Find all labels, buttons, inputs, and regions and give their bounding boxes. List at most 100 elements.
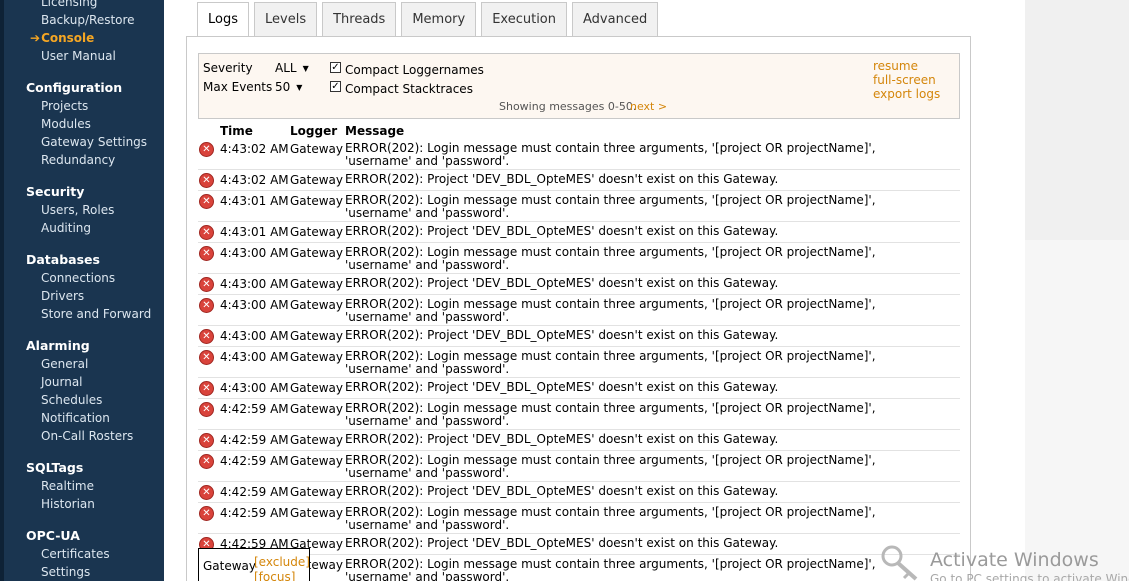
sidebar-item-label: General [41, 357, 89, 371]
sidebar-item[interactable]: Schedules [4, 391, 168, 409]
sidebar-item-label: Certificates [41, 547, 110, 561]
sidebar-item[interactable]: Connections [4, 269, 168, 287]
log-logger[interactable]: Gateway [290, 350, 343, 364]
sidebar-item-label: On-Call Rosters [41, 429, 134, 443]
log-logger[interactable]: Gateway [290, 381, 343, 395]
sidebar-item[interactable]: Gateway Settings [4, 133, 168, 151]
log-row: ✕ 4:43:01 AM Gateway ERROR(202): Project 'D… [198, 222, 960, 243]
log-row: ✕ 4:43:02 AM Gateway ERROR(202): Login mess… [198, 139, 960, 170]
sidebar-item[interactable]: Auditing [4, 219, 168, 237]
sidebar-item[interactable]: Drivers [4, 287, 168, 305]
log-logger[interactable]: Gateway [290, 433, 343, 447]
sidebar-item[interactable]: Store and Forward [4, 305, 168, 323]
log-row: ✕ 4:43:01 AM Gateway ERROR(202): Login mess… [198, 191, 960, 222]
error-icon: ✕ [199, 225, 214, 240]
sidebar-section: Licensing Backup/Restore ➔Console User Manu… [4, 0, 168, 65]
sidebar-item-label: Console [41, 31, 95, 45]
log-logger[interactable]: Gateway [290, 194, 343, 208]
log-message: ERROR(202): Project 'DEV_BDL_OpteMES' do… [345, 172, 779, 186]
console-tabs: Logs Levels Threads Memory Execution Advanced [197, 2, 663, 37]
resume-link[interactable]: resume [873, 59, 918, 73]
sidebar-item[interactable]: ➔Console [4, 29, 168, 47]
right-background-lower [1025, 240, 1129, 581]
sidebar-item-label: Redundancy [41, 153, 116, 167]
compact-stacktraces-checkbox[interactable]: ✓ [330, 81, 341, 92]
right-background [1025, 0, 1129, 581]
log-time: 4:43:01 AM [220, 194, 289, 208]
sidebar-item[interactable]: Redundancy [4, 151, 168, 169]
sidebar-section: Security Users, Roles Auditing [4, 183, 168, 237]
sidebar-heading: SQLTags [26, 460, 84, 475]
focus-logger-link[interactable]: [focus] [254, 570, 295, 581]
tab-levels[interactable]: Levels [254, 2, 318, 36]
error-icon: ✕ [199, 402, 214, 417]
sidebar-item[interactable]: Users, Roles [4, 201, 168, 219]
tab-threads[interactable]: Threads [322, 2, 397, 36]
sidebar-heading: Alarming [26, 338, 90, 353]
log-logger[interactable]: Gateway [290, 173, 343, 187]
log-time: 4:43:00 AM [220, 350, 289, 364]
tab-execution[interactable]: Execution [481, 2, 567, 36]
log-logger[interactable]: Gateway [290, 246, 343, 260]
log-logger[interactable]: Gateway [290, 298, 343, 312]
log-row: ✕ 4:43:00 AM Gateway ERROR(202): Project 'D… [198, 378, 960, 399]
max-events-value: 50 [275, 80, 291, 94]
sidebar-nav: Licensing Backup/Restore ➔Console User Manu… [0, 0, 164, 581]
error-icon: ✕ [199, 277, 214, 292]
sidebar-item[interactable]: Journal [4, 373, 168, 391]
log-row: ✕ 4:42:59 AMGatewayERROR(202): Login mess… [198, 451, 960, 482]
chevron-down-icon: ▼ [296, 83, 303, 92]
log-logger[interactable]: Gateway [290, 485, 343, 499]
log-message: ERROR(202): Login message must contain t… [345, 401, 876, 428]
error-icon: ✕ [199, 194, 214, 209]
sidebar-item-label: Schedules [41, 393, 103, 407]
sidebar-item[interactable]: Modules [4, 115, 168, 133]
log-logger[interactable]: Gateway [290, 402, 343, 416]
sidebar-item[interactable]: Settings [4, 563, 168, 581]
sidebar-item[interactable]: Historian [4, 495, 168, 513]
exclude-logger-link[interactable]: [exclude] [254, 555, 310, 569]
sidebar-heading: Databases [26, 252, 100, 267]
log-logger[interactable]: Gateway [290, 225, 343, 239]
severity-select[interactable]: ALL ▼ [275, 61, 309, 75]
log-logger[interactable]: Gateway [290, 277, 343, 291]
sidebar-item-label: Projects [41, 99, 89, 113]
log-time: 4:42:59 AM [220, 506, 289, 520]
log-message: ERROR(202): Project 'DEV_BDL_OpteMES' do… [345, 432, 779, 446]
sidebar-item-label: Gateway Settings [41, 135, 148, 149]
compact-loggernames-checkbox[interactable]: ✓ [330, 62, 341, 73]
fullscreen-link[interactable]: full-screen [873, 73, 936, 87]
sidebar-item-label: Settings [41, 565, 91, 579]
log-time: 4:43:00 AM [220, 277, 289, 291]
next-page-link[interactable]: next > [630, 100, 667, 113]
log-logger[interactable]: Gateway [290, 142, 343, 156]
sidebar-item[interactable]: Notification [4, 409, 168, 427]
log-time: 4:43:00 AM [220, 381, 289, 395]
sidebar-item[interactable]: Realtime [4, 477, 168, 495]
log-logger[interactable]: Gateway [290, 454, 343, 468]
sidebar-item-label: Notification [41, 411, 110, 425]
tab-advanced[interactable]: Advanced [572, 2, 659, 36]
error-icon: ✕ [199, 454, 214, 469]
activate-windows-watermark: Activate Windows Go to PC settings to ac… [878, 543, 1129, 581]
sidebar-heading: OPC-UA [26, 528, 80, 543]
sidebar-item[interactable]: Projects [4, 97, 168, 115]
sidebar-item[interactable]: User Manual [4, 47, 168, 65]
export-logs-link[interactable]: export logs [873, 87, 940, 101]
sidebar-item[interactable]: Certificates [4, 545, 168, 563]
sidebar-section: OPC-UA Certificates Settings [4, 527, 168, 581]
log-logger[interactable]: Gateway [290, 329, 343, 343]
tab-memory[interactable]: Memory [401, 2, 477, 36]
sidebar-item[interactable]: Backup/Restore [4, 11, 168, 29]
sidebar-section: Alarming General Journal Schedules Notificat… [4, 337, 168, 445]
log-logger[interactable]: Gateway [290, 506, 343, 520]
error-icon: ✕ [199, 246, 214, 261]
log-message: ERROR(202): Project 'DEV_BDL_OpteMES' do… [345, 224, 779, 238]
sidebar-inner: Licensing Backup/Restore ➔Console User Manu… [4, 0, 168, 581]
max-events-select[interactable]: 50 ▼ [275, 80, 302, 94]
sidebar-item[interactable]: General [4, 355, 168, 373]
sidebar-item[interactable]: On-Call Rosters [4, 427, 168, 445]
tab-logs[interactable]: Logs [197, 2, 249, 37]
sidebar-item-label: Backup/Restore [41, 13, 135, 27]
sidebar-item[interactable]: Licensing [4, 0, 168, 11]
